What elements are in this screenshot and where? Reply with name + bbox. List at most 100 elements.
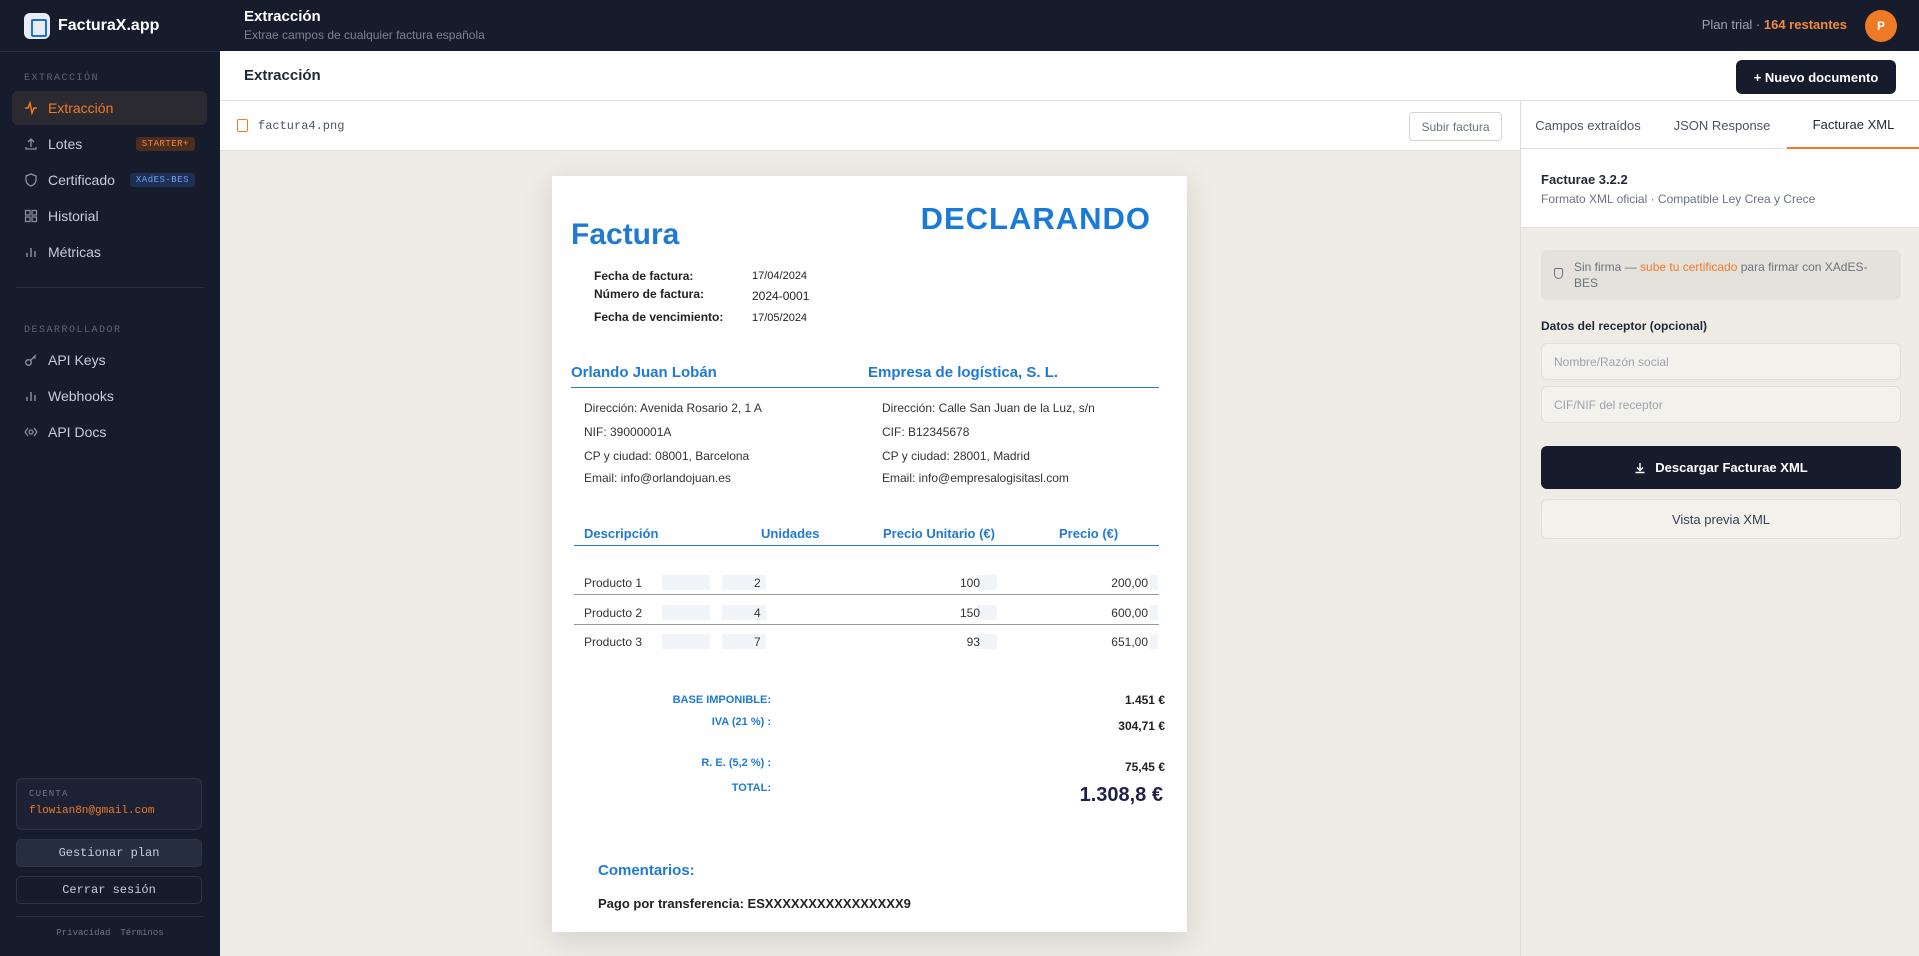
footer-links: Privacidad Términos [0, 928, 220, 938]
re-value: 75,45 € [1124, 760, 1165, 774]
cell-shade [1150, 605, 1158, 620]
table-row-unit-price: 150 [959, 606, 980, 620]
table-row-units: 4 [754, 606, 761, 620]
upload-invoice-button[interactable]: Subir factura [1409, 112, 1502, 141]
table-row-unit-price: 100 [959, 576, 980, 590]
sidebar-item-api-docs[interactable]: API Docs [12, 415, 207, 449]
app-root: FacturaX.app EXTRACCIÓN Extracción Lotes… [0, 0, 1919, 956]
invoice-title: Factura [571, 218, 680, 251]
table-row-units: 2 [754, 576, 761, 590]
sidebar-item-label: Webhooks [48, 388, 114, 404]
client-city: CP y ciudad: 28001, Madrid [882, 449, 1030, 463]
account-label: CUENTA [29, 789, 69, 799]
sidebar-item-extraccion[interactable]: Extracción [12, 91, 207, 125]
brand[interactable]: FacturaX.app [24, 12, 159, 40]
column-header: Precio Unitario (€) [883, 526, 995, 541]
meta-label: Número de factura: [594, 287, 705, 301]
sidebar-header-divider [0, 51, 220, 52]
party-divider [571, 387, 1159, 388]
re-label: R. E. (5,2 %) : [701, 757, 771, 769]
table-row-units: 7 [754, 635, 761, 649]
grid-icon [24, 209, 38, 223]
sidebar-item-label: API Docs [48, 424, 107, 440]
avatar[interactable]: P [1865, 10, 1897, 42]
base-label: BASE IMPONIBLE: [672, 694, 771, 706]
company-logo: DECLARANDO [920, 201, 1151, 236]
topbar-subtitle: Extrae campos de cualquier factura españ… [244, 28, 485, 42]
topbar: Extracción Extrae campos de cualquier fa… [220, 0, 1919, 51]
total-label: TOTAL: [731, 782, 771, 794]
terms-link[interactable]: Términos [120, 928, 163, 938]
table-row-price: 600,00 [1111, 606, 1148, 620]
sidebar-item-webhooks[interactable]: Webhooks [12, 379, 207, 413]
section-label-developer: DESARROLLADOR [24, 325, 122, 336]
meta-value: 17/04/2024 [752, 270, 808, 282]
app-logo-icon [24, 13, 50, 39]
file-name: factura4.png [258, 119, 345, 133]
upload-certificate-link[interactable]: sube tu certificado [1640, 260, 1737, 274]
header-divider [574, 545, 1159, 546]
sidebar: FacturaX.app EXTRACCIÓN Extracción Lotes… [0, 0, 220, 956]
receiver-cif-input[interactable]: CIF/NIF del receptor [1541, 386, 1901, 423]
table-row-price: 651,00 [1111, 635, 1148, 649]
plan-status: Plan trial · 164 restantes [1702, 17, 1847, 32]
account-email: flowian8n@gmail.com [29, 805, 155, 817]
logout-button[interactable]: Cerrar sesión [16, 876, 202, 904]
plan-badge: STARTER+ [135, 137, 195, 151]
total-value: 1.308,8 € [1079, 784, 1163, 806]
cell-shade [1150, 634, 1158, 649]
key-icon [24, 353, 38, 367]
invoice-preview: Factura DECLARANDO Fecha de factura: 17/… [552, 176, 1187, 932]
tab-json-response[interactable]: JSON Response [1655, 101, 1789, 149]
row-divider [574, 594, 1159, 595]
table-row-desc: Producto 3 [584, 635, 643, 649]
sidebar-item-historial[interactable]: Historial [12, 199, 207, 233]
brand-name: FacturaX.app [58, 17, 160, 34]
sidebar-item-label: Historial [48, 208, 99, 224]
cell-shade [977, 575, 997, 590]
account-box: CUENTA flowian8n@gmail.com [16, 778, 202, 830]
download-xml-button[interactable]: Descargar Facturae XML [1541, 446, 1901, 489]
sidebar-item-label: Certificado [48, 172, 115, 188]
output-tabs: Campos extraídos JSON Response Facturae … [1521, 101, 1919, 149]
bar-chart-icon [24, 245, 38, 259]
sidebar-item-certificado[interactable]: Certificado XAdES-BES [12, 163, 207, 197]
comments-label: Comentarios: [598, 862, 695, 879]
signature-warning: Sin firma — sube tu certificado para fir… [1541, 250, 1901, 300]
sidebar-divider [16, 287, 204, 288]
table-row-desc: Producto 2 [584, 606, 643, 620]
row-divider [574, 624, 1159, 625]
new-document-button[interactable]: + Nuevo documento [1736, 60, 1896, 94]
page-header: Extracción + Nuevo documento [220, 51, 1919, 101]
page-title: Extracción [244, 67, 321, 84]
sidebar-item-metricas[interactable]: Métricas [12, 235, 207, 269]
receiver-name-input[interactable]: Nombre/Razón social [1541, 343, 1901, 380]
receiver-label: Datos del receptor (opcional) [1541, 319, 1708, 333]
tab-extracted-fields[interactable]: Campos extraídos [1521, 101, 1655, 149]
manage-plan-button[interactable]: Gestionar plan [16, 839, 202, 867]
iva-value: 304,71 € [1118, 719, 1165, 733]
cell-shade [977, 634, 997, 649]
issuer-address: Dirección: Avenida Rosario 2, 1 A [584, 401, 762, 415]
bar-chart-icon [24, 389, 38, 403]
section-label-extraction: EXTRACCIÓN [24, 73, 100, 84]
meta-value: 17/05/2024 [752, 312, 808, 324]
table-row-desc: Producto 1 [584, 576, 643, 590]
issuer-city: CP y ciudad: 08001, Barcelona [584, 449, 750, 463]
topbar-title: Extracción [244, 8, 321, 25]
sidebar-item-lotes[interactable]: Lotes STARTER+ [12, 127, 207, 161]
panel-title: Facturae 3.2.2 [1541, 172, 1628, 187]
privacy-link[interactable]: Privacidad [56, 928, 110, 938]
meta-value: 2024-0001 [752, 289, 810, 303]
column-header: Precio (€) [1059, 526, 1119, 541]
sidebar-item-api-keys[interactable]: API Keys [12, 343, 207, 377]
base-value: 1.451 € [1124, 693, 1165, 707]
sidebar-item-label: API Keys [48, 352, 106, 368]
sidebar-item-label: Extracción [48, 100, 114, 116]
file-icon [237, 119, 248, 132]
preview-xml-button[interactable]: Vista previa XML [1541, 499, 1901, 539]
issuer-name: Orlando Juan Lobán [571, 364, 717, 381]
tab-facturae-xml[interactable]: Facturae XML [1787, 101, 1919, 149]
upload-icon [24, 137, 38, 151]
table-row-unit-price: 93 [966, 635, 980, 649]
